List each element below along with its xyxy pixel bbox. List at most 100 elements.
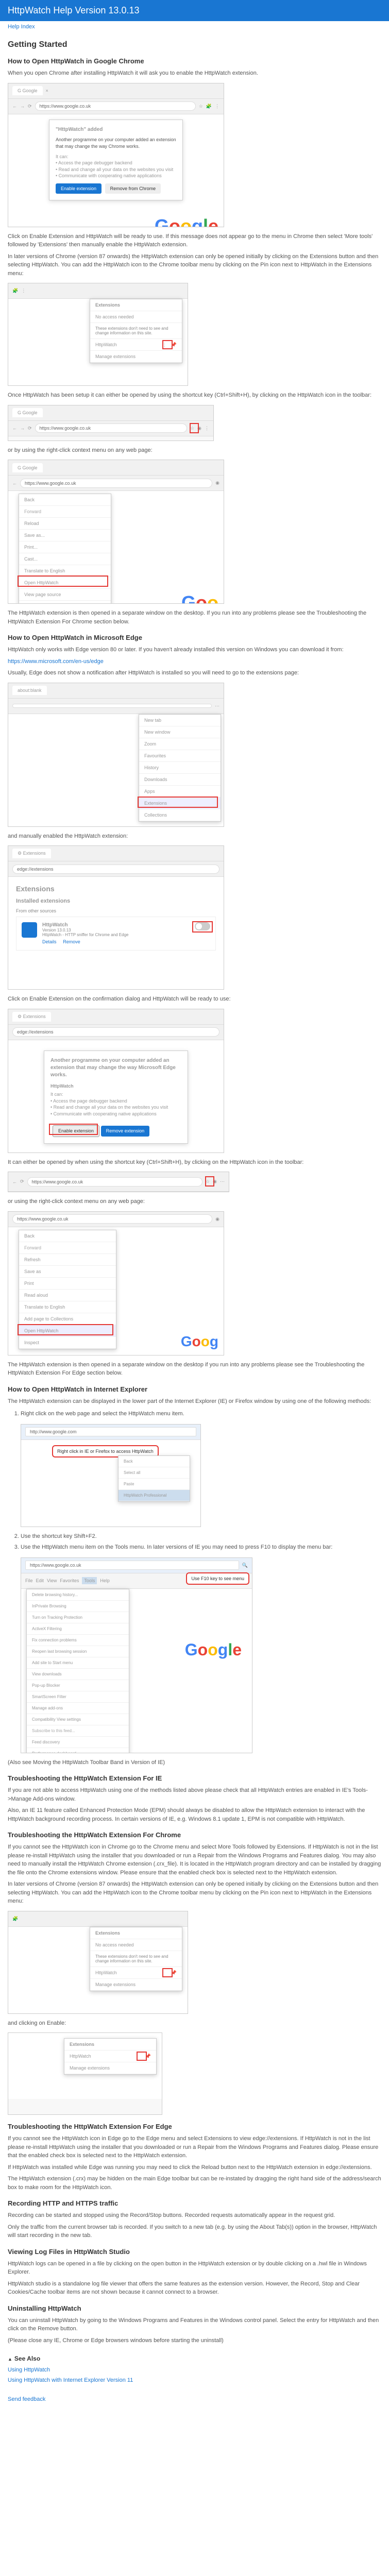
ctx-translate[interactable]: Translate to English [19, 565, 111, 577]
url-bar: https://www.google.co.uk [35, 101, 196, 111]
extensions-icon: 🧩 [12, 1916, 18, 1922]
google-logo: Google [185, 1640, 242, 1659]
ectx-inspect[interactable]: Inspect [19, 1337, 116, 1349]
httpwatch-icon[interactable]: ◉ [215, 480, 219, 486]
httpwatch-label: HttpWatch [95, 342, 117, 347]
p-ie-1: The HttpWatch extension can be displayed… [8, 1397, 381, 1406]
menu-edit[interactable]: Edit [36, 1578, 44, 1583]
ie-method-1: Right click on the web page and select t… [21, 1410, 381, 1419]
manage-ext[interactable]: Manage extensions [90, 351, 182, 363]
edge-dl[interactable]: Downloads [139, 774, 221, 786]
ext-menu-title: Extensions [64, 2039, 156, 2050]
ectx-collections[interactable]: Add page to Collections [19, 1313, 116, 1325]
star-icon: ☆ [199, 104, 203, 109]
tools-perf[interactable]: Performance dashboard [27, 1748, 129, 1753]
edge-newwin[interactable]: New window [139, 726, 221, 738]
menu-icon: ⋮ [21, 288, 26, 294]
menu-tools[interactable]: Tools [82, 1577, 97, 1584]
tools-addons[interactable]: Manage add-ons [27, 1703, 129, 1714]
p-chrome-5: or by using the right-click context menu… [8, 446, 381, 455]
ctx-source[interactable]: View page source [19, 589, 111, 601]
ctx-cast[interactable]: Cast... [19, 553, 111, 565]
ctx-saveas[interactable]: Save as... [19, 530, 111, 541]
ectx-print[interactable]: Print [19, 1278, 116, 1290]
h3-open-chrome: How to Open HttpWatch in Google Chrome [8, 57, 381, 65]
menu-fav[interactable]: Favorites [60, 1578, 79, 1583]
ectx-back[interactable]: Back [19, 1230, 116, 1242]
edge-newtab[interactable]: New tab [139, 715, 221, 726]
tools-activex[interactable]: ActiveX Filtering [27, 1623, 129, 1635]
see-also-link-2[interactable]: Using HttpWatch with Internet Explorer V… [8, 2376, 381, 2386]
edge-zoom[interactable]: Zoom [139, 738, 221, 750]
edge-history[interactable]: History [139, 762, 221, 774]
tools-delete[interactable]: Delete browsing history... [27, 1589, 129, 1601]
enable-extension-button[interactable]: Enable extension [56, 183, 102, 194]
ext-menu-title: Extensions [90, 299, 182, 311]
ext-menu-title: Extensions [90, 1927, 182, 1939]
httpwatch-icon[interactable]: ◉ [215, 1216, 219, 1222]
ctx-print[interactable]: Print... [19, 541, 111, 553]
p-ts-ie-1: If you are not able to access HttpWatch … [8, 1786, 381, 1803]
see-also-link-1[interactable]: Using HttpWatch [8, 2365, 381, 2376]
ctx-reload[interactable]: Reload [19, 518, 111, 530]
ectx-read[interactable]: Read aloud [19, 1290, 116, 1301]
h3-ts-chrome: Troubleshooting the HttpWatch Extension … [8, 1831, 381, 1839]
edge-fav[interactable]: Favourites [139, 750, 221, 762]
google-logo: Goo [181, 592, 218, 604]
menu-view[interactable]: View [47, 1578, 57, 1583]
tools-feeddisc[interactable]: Feed discovery [27, 1737, 129, 1748]
ectx-hw[interactable]: Open HttpWatch [19, 1325, 116, 1337]
dialog-b2: • Read and change all your data on the w… [56, 166, 176, 173]
p-edge-3: and manually enabled the HttpWatch exten… [8, 832, 381, 841]
ie-method-3: Use the HttpWatch menu item on the Tools… [21, 1543, 381, 1552]
manage-ext[interactable]: Manage extensions [64, 2062, 156, 2074]
ext-httpwatch-item[interactable]: HttpWatch 📌 [64, 2050, 156, 2062]
h3-viewing: Viewing Log Files in HttpWatch Studio [8, 2248, 381, 2256]
send-feedback-link[interactable]: Send feedback [8, 2396, 381, 2402]
remove-extension-button[interactable]: Remove extension [101, 1126, 150, 1137]
tools-inprivate[interactable]: InPrivate Browsing [27, 1601, 129, 1612]
edge-download-link[interactable]: https://www.microsoft.com/en-us/edge [8, 658, 104, 665]
edge-coll[interactable]: Collections [139, 809, 221, 821]
tools-addstart[interactable]: Add site to Start menu [27, 1657, 129, 1669]
tools-smart[interactable]: SmartScreen Filter [27, 1691, 129, 1703]
manage-ext[interactable]: Manage extensions [90, 1979, 182, 1991]
ctx-inspect[interactable]: Inspect [19, 601, 111, 604]
tools-reopen[interactable]: Reopen last browsing session [27, 1646, 129, 1657]
hw-desc: HttpWatch - HTTP sniffer for Chrome and … [42, 933, 190, 937]
help-index-link[interactable]: Help Index [8, 24, 35, 30]
p-ts-ie-2: Also, an IE 11 feature called Enhanced P… [8, 1806, 381, 1823]
remove-from-chrome-button[interactable]: Remove from Chrome [105, 183, 161, 194]
p-chrome-2: Click on Enable Extension and HttpWatch … [8, 232, 381, 249]
screenshot-ts-chrome-enable: Extensions HttpWatch 📌 Manage extensions [8, 2032, 162, 2115]
menu-help[interactable]: Help [100, 1578, 110, 1583]
p-edge-4: Click on Enable Extension on the confirm… [8, 995, 381, 1004]
ext-httpwatch-item[interactable]: HttpWatch 📌 ⋮ [90, 339, 182, 351]
tab-ext: ⚙ Extensions [12, 1012, 51, 1022]
ctx-back[interactable]: Back [19, 494, 111, 506]
tools-compat[interactable]: Compatibility View settings [27, 1714, 129, 1725]
details-link[interactable]: Details [42, 939, 57, 944]
extensions-icon: 🧩 [206, 104, 212, 109]
ectx-refresh[interactable]: Refresh [19, 1254, 116, 1266]
page-title: HttpWatch Help Version 13.0.13 [8, 5, 381, 16]
ext-installed: Installed extensions [16, 898, 216, 904]
ectx-forward: Forward [19, 1242, 116, 1254]
screenshot-ie-context: http://www.google.com Right click in IE … [21, 1424, 201, 1527]
remove-link[interactable]: Remove [63, 939, 80, 944]
p-ts-chrome-1: If you cannot see the HttpWatch icon in … [8, 1843, 381, 1877]
edge-ext[interactable]: Extensions [139, 798, 221, 809]
edge-apps[interactable]: Apps [139, 786, 221, 798]
reload-icon: ⟳ [28, 426, 32, 431]
menu-file[interactable]: File [25, 1578, 33, 1583]
tab-google: G Google [12, 86, 43, 95]
tools-fix[interactable]: Fix connection problems [27, 1635, 129, 1646]
tools-tracking[interactable]: Turn on Tracking Protection [27, 1612, 129, 1623]
ext-httpwatch-item[interactable]: HttpWatch 📌 [90, 1967, 182, 1979]
menu-icon: ⋮ [205, 426, 209, 431]
ectx-translate[interactable]: Translate to English [19, 1301, 116, 1313]
ectx-saveas[interactable]: Save as [19, 1266, 116, 1278]
tools-viewdl[interactable]: View downloads [27, 1669, 129, 1680]
tools-popup[interactable]: Pop-up Blocker [27, 1680, 129, 1691]
url-bar: edge://extensions [12, 1027, 219, 1037]
